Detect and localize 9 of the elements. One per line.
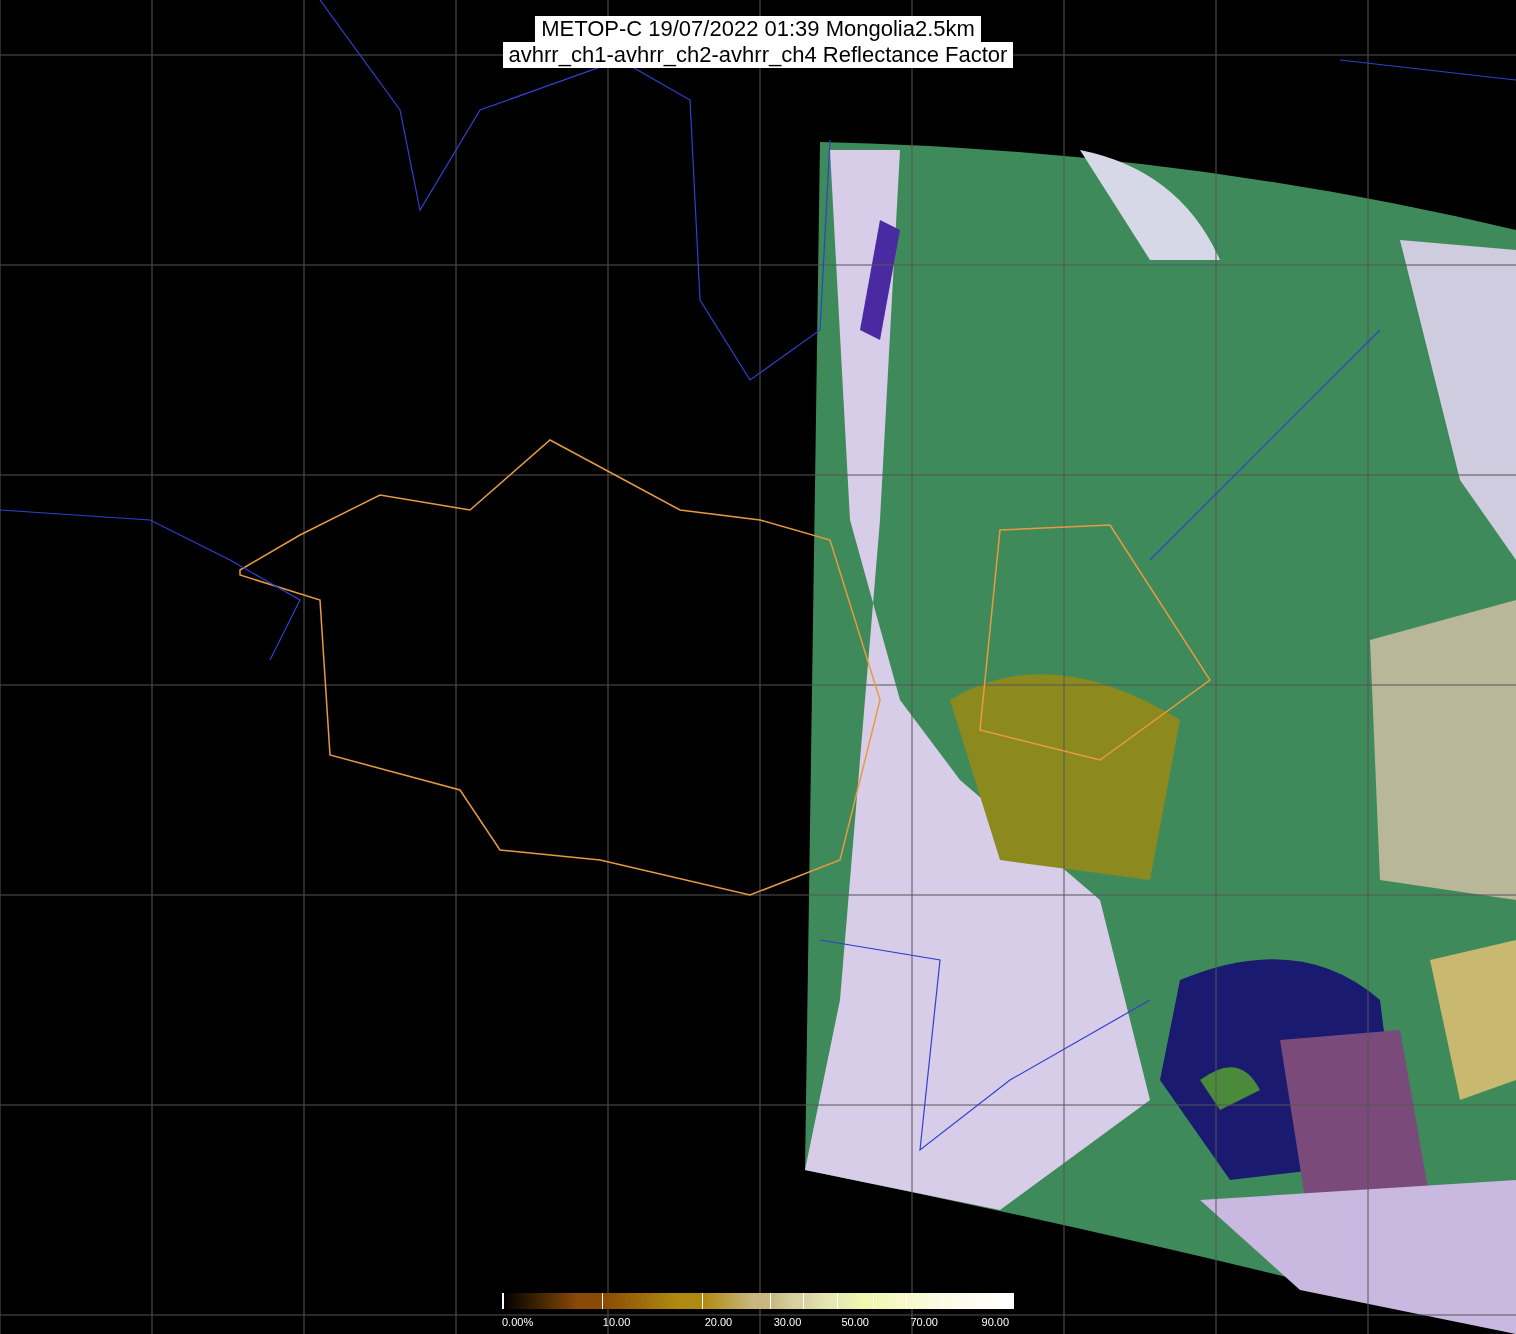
- colorbar-label: 30.00: [773, 1316, 802, 1328]
- colorbar-label: 50.00: [841, 1316, 869, 1328]
- map-title: METOP-C 19/07/2022 01:39 Mongolia2.5km: [535, 16, 981, 42]
- colorbar-label: 70.00: [910, 1316, 938, 1328]
- colorbar-label: 10.00: [602, 1316, 631, 1328]
- map-title: avhrr_ch1-avhrr_ch2-avhrr_ch4 Reflectance Factor: [502, 42, 1014, 68]
- colorbar-label: 90.00: [981, 1316, 1010, 1328]
- colorbar-label: 0.00%: [502, 1316, 534, 1328]
- colorbar-label: 20.00: [704, 1316, 733, 1328]
